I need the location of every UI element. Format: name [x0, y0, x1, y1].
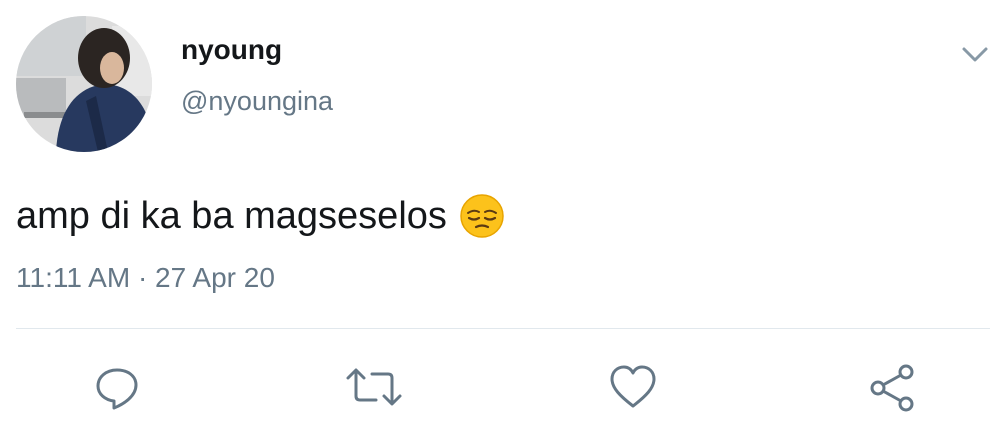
share-icon[interactable]: [866, 362, 916, 412]
avatar[interactable]: [16, 16, 152, 152]
user-handle[interactable]: @nyoungina: [181, 86, 333, 117]
chevron-down-icon[interactable]: [958, 42, 992, 66]
pensive-face-emoji-icon: [459, 193, 505, 239]
tweet-body: amp di ka ba magseselos: [16, 194, 447, 237]
heart-icon[interactable]: [608, 362, 658, 412]
retweet-icon[interactable]: [344, 362, 402, 412]
display-name[interactable]: nyoung: [181, 34, 282, 66]
avatar-photo: [16, 16, 152, 152]
tweet-time: 11:11 AM: [16, 262, 131, 293]
divider: [16, 328, 990, 329]
tweet-date: 27 Apr 20: [155, 262, 275, 293]
meta-separator: ·: [137, 262, 148, 293]
tweet-timestamp[interactable]: 11:11 AM · 27 Apr 20: [16, 262, 275, 294]
reply-icon[interactable]: [92, 362, 142, 412]
tweet-text: amp di ka ba magseselos: [16, 193, 505, 239]
